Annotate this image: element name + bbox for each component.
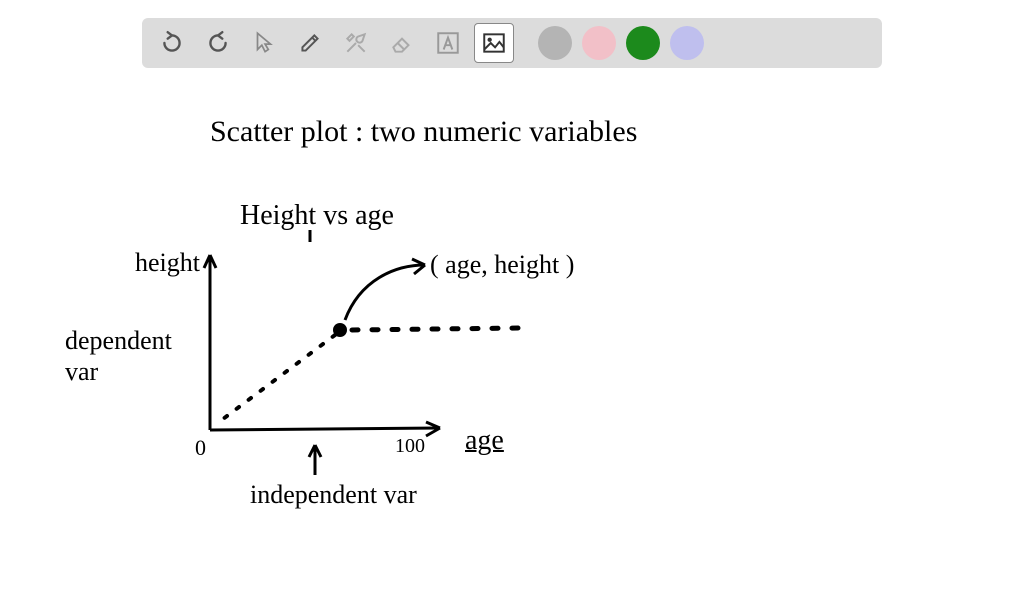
- text-icon: [435, 30, 461, 56]
- chart-title-text: Height vs age: [240, 200, 394, 232]
- redo-button[interactable]: [198, 23, 238, 63]
- image-icon: [481, 30, 507, 56]
- tools-button[interactable]: [336, 23, 376, 63]
- undo-button[interactable]: [152, 23, 192, 63]
- undo-icon: [159, 30, 185, 56]
- y-axis-description: dependent var: [65, 325, 185, 387]
- color-swatch-lavender[interactable]: [670, 26, 704, 60]
- x-tick-100: 100: [395, 435, 425, 458]
- whiteboard-canvas[interactable]: Scatter plot : two numeric variables Hei…: [0, 80, 1024, 594]
- image-tool-button[interactable]: [474, 23, 514, 63]
- y-axis-desc-text: dependent var: [65, 325, 185, 387]
- color-swatch-green[interactable]: [626, 26, 660, 60]
- drawing-toolbar: [142, 18, 882, 68]
- x-tick-0: 0: [195, 435, 206, 461]
- pen-icon: [297, 30, 323, 56]
- text-tool-button[interactable]: [428, 23, 468, 63]
- color-swatch-gray[interactable]: [538, 26, 572, 60]
- point-label: ( age, height ): [430, 250, 574, 280]
- pen-tool-button[interactable]: [290, 23, 330, 63]
- x-axis-description: independent var: [250, 480, 417, 510]
- x-axis-label: age: [465, 425, 504, 457]
- note-title: Scatter plot : two numeric variables: [210, 115, 637, 149]
- eraser-tool-button[interactable]: [382, 23, 422, 63]
- redo-icon: [205, 30, 231, 56]
- pointer-tool-button[interactable]: [244, 23, 284, 63]
- pointer-icon: [251, 30, 277, 56]
- color-swatch-pink[interactable]: [582, 26, 616, 60]
- eraser-icon: [389, 30, 415, 56]
- tools-icon: [343, 30, 369, 56]
- y-axis-label: height: [135, 248, 200, 278]
